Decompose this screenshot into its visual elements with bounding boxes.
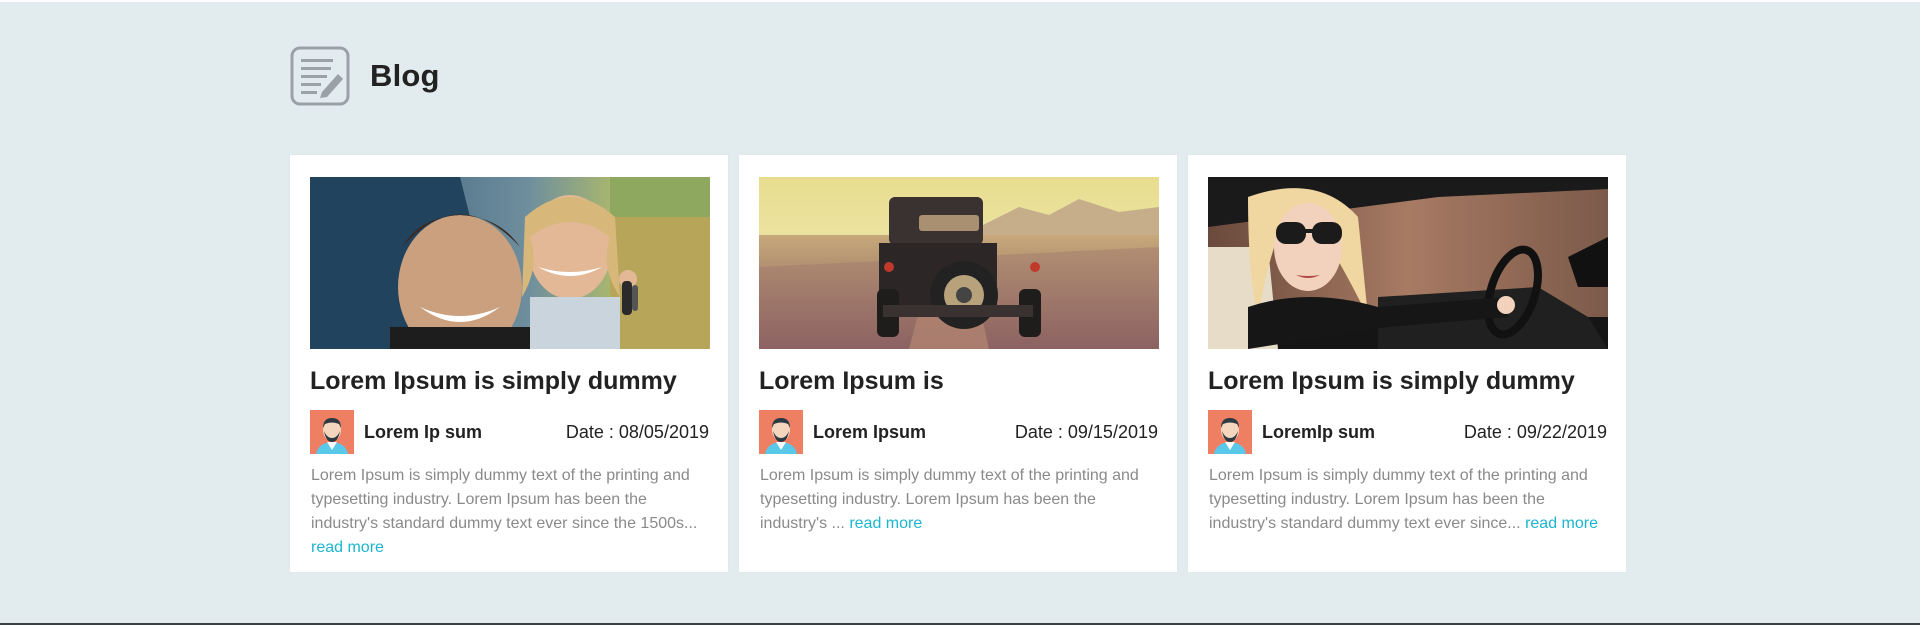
post-excerpt: Lorem Ipsum is simply dummy text of the … [759,464,1158,536]
post-excerpt: Lorem Ipsum is simply dummy text of the … [310,464,709,560]
excerpt-text: Lorem Ipsum is simply dummy text of the … [760,467,1139,532]
user-avatar-icon [1208,410,1252,454]
user-avatar-icon [759,410,803,454]
post-meta: Lorem Ipsum Date : 09/15/2019 [759,410,1158,454]
blog-header: Blog [290,45,440,107]
page-title: Blog [370,58,440,93]
blog-card: Lorem Ipsum is simply dummy Lorem Ip sum… [290,155,728,572]
post-meta: LoremIp sum Date : 09/22/2019 [1208,410,1607,454]
post-title[interactable]: Lorem Ipsum is simply dummy [1208,366,1607,396]
post-date: Date : 09/22/2019 [1463,421,1607,442]
post-date: Date : 08/05/2019 [565,421,709,442]
post-author: Lorem Ip sum [310,410,482,454]
blog-card: Lorem Ipsum is simply dummy LoremIp sum … [1188,155,1626,572]
post-image-vintage-car[interactable] [759,177,1159,349]
post-excerpt: Lorem Ipsum is simply dummy text of the … [1208,464,1607,536]
post-title[interactable]: Lorem Ipsum is [759,366,1158,396]
author-name[interactable]: Lorem Ipsum [813,422,926,443]
author-name[interactable]: LoremIp sum [1262,422,1375,443]
blog-post-list: Lorem Ipsum is simply dummy Lorem Ip sum… [290,155,1626,572]
post-image-woman-driving[interactable] [1208,177,1608,349]
user-avatar-icon [310,410,354,454]
read-more-link[interactable]: read more [849,515,922,532]
post-author: LoremIp sum [1208,410,1375,454]
author-name[interactable]: Lorem Ip sum [364,422,482,443]
post-author: Lorem Ipsum [759,410,926,454]
blog-edit-icon [290,46,350,106]
blog-card: Lorem Ipsum is Lorem Ipsum Date : 09/15/… [739,155,1177,572]
post-title[interactable]: Lorem Ipsum is simply dummy [310,366,709,396]
post-meta: Lorem Ip sum Date : 08/05/2019 [310,410,709,454]
post-date: Date : 09/15/2019 [1014,421,1158,442]
read-more-link[interactable]: read more [311,539,384,556]
read-more-link[interactable]: read more [1525,515,1598,532]
excerpt-text: Lorem Ipsum is simply dummy text of the … [311,467,698,532]
post-image-couple-in-car[interactable] [310,177,710,349]
